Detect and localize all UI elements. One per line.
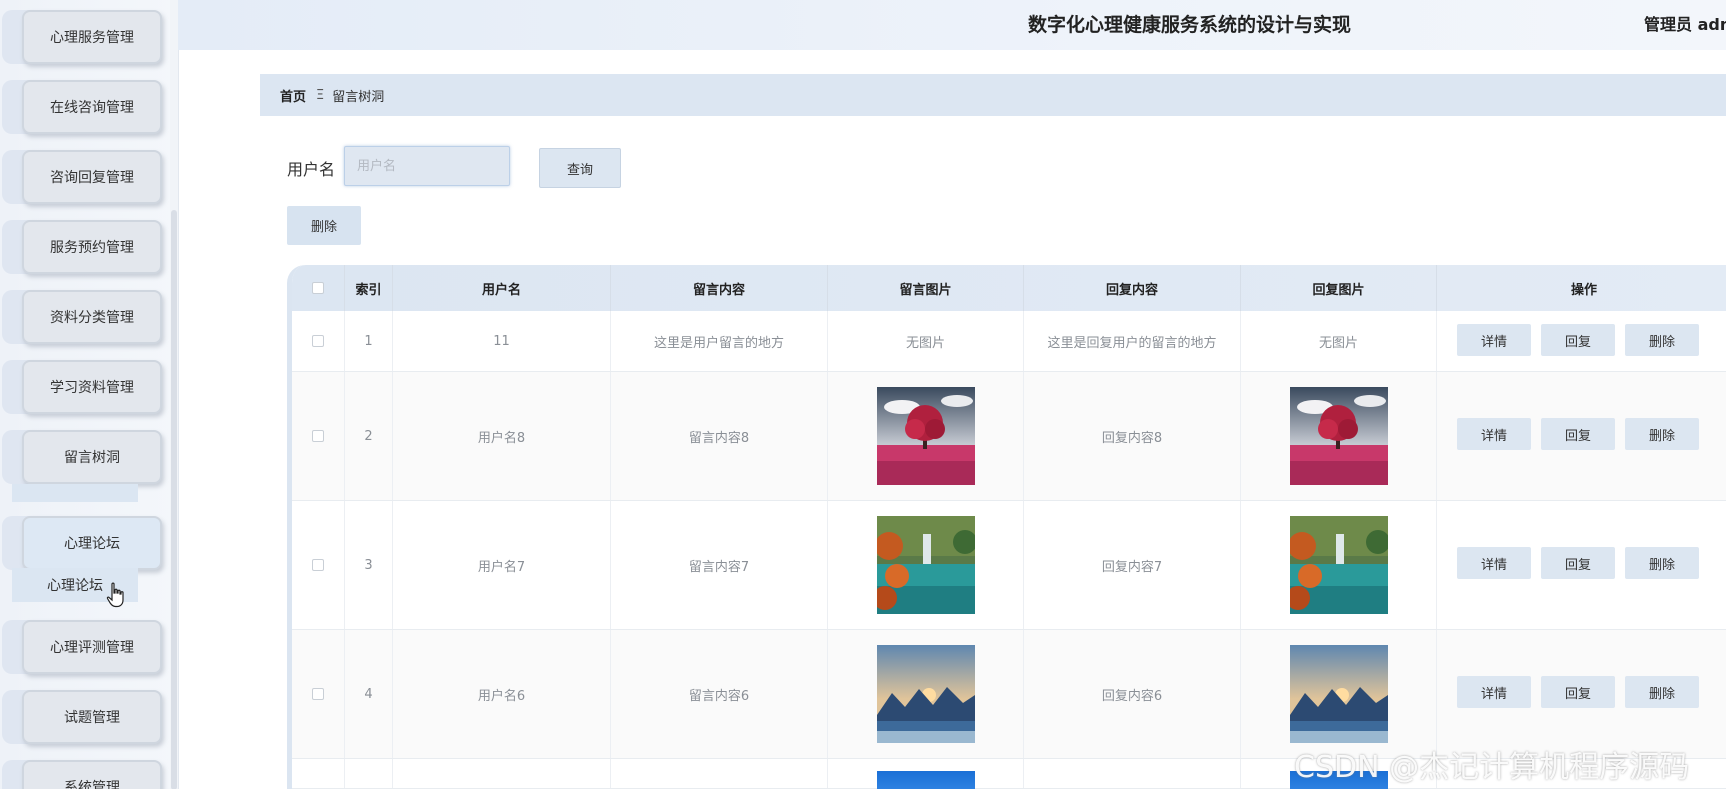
- cell-username: 用户名6: [393, 630, 611, 758]
- username-search-input[interactable]: [344, 146, 510, 186]
- sidebar-item-questions: 试题管理: [0, 690, 170, 744]
- cell-reply: 这里是回复用户的留言的地方: [1024, 311, 1241, 371]
- sidebar-item-message-tree-button[interactable]: 留言树洞: [22, 430, 162, 484]
- sidebar-item-consult-reply: 咨询回复管理: [0, 150, 170, 204]
- breadcrumb-separator-icon: Ξ: [316, 87, 325, 103]
- sidebar-item-forum-button[interactable]: 心理论坛: [22, 516, 162, 570]
- delete-button[interactable]: 删除: [1625, 324, 1699, 356]
- detail-button[interactable]: 详情: [1457, 547, 1531, 579]
- sidebar-item-online-consult-button[interactable]: 在线咨询管理: [22, 80, 162, 134]
- cell-reply: 回复内容8: [1024, 372, 1241, 500]
- watermark: CSDN @杰记计算机程序源码: [1294, 750, 1690, 785]
- sidebar-item-appointment: 服务预约管理: [0, 220, 170, 274]
- sidebar-item-learning: 学习资料管理: [0, 360, 170, 414]
- app-title: 数字化心理健康服务系统的设计与实现: [1028, 14, 1352, 36]
- sidebar-item-online-consult: 在线咨询管理: [0, 80, 170, 134]
- row-checkbox[interactable]: [312, 430, 324, 442]
- breadcrumb-home[interactable]: 首页: [280, 86, 306, 105]
- cell-message: 留言内容8: [611, 372, 828, 500]
- hand-cursor-icon: [106, 582, 124, 608]
- tree-photo-image[interactable]: [1289, 387, 1388, 485]
- select-all-cell: [292, 265, 345, 311]
- delete-button[interactable]: 删除: [1625, 676, 1699, 708]
- reply-button[interactable]: 回复: [1541, 547, 1615, 579]
- detail-button[interactable]: 详情: [1457, 324, 1531, 356]
- photo-image[interactable]: [876, 771, 975, 789]
- breadcrumb: 首页 Ξ 留言树洞: [260, 74, 1726, 116]
- message-table: 索引 用户名 留言内容 留言图片 回复内容 回复图片 操作 1 11 这里是用户…: [287, 265, 1726, 789]
- top-header: 数字化心理健康服务系统的设计与实现: [178, 0, 1726, 50]
- mountain-photo-image[interactable]: [1289, 645, 1388, 743]
- cell-actions: 详情 回复 删除: [1437, 630, 1726, 758]
- cell-reply-image: 无图片: [1241, 311, 1437, 371]
- sidebar-item-appointment-button[interactable]: 服务预约管理: [22, 220, 162, 274]
- row-checkbox[interactable]: [312, 688, 324, 700]
- sidebar-item-assessment: 心理评测管理: [0, 620, 170, 674]
- sidebar-item-system-button[interactable]: 系统管理: [22, 760, 162, 789]
- reply-button[interactable]: 回复: [1541, 418, 1615, 450]
- column-header-reply-image[interactable]: 回复图片: [1241, 265, 1437, 311]
- sidebar-item-message-tree-submenu: [12, 484, 138, 502]
- cell-actions: 详情 回复 删除: [1437, 372, 1726, 500]
- sidebar-item-category-button[interactable]: 资料分类管理: [22, 290, 162, 344]
- batch-delete-button[interactable]: 删除: [287, 206, 361, 245]
- cell-message: 留言内容6: [611, 630, 828, 758]
- sidebar-item-psych-service: 心理服务管理: [0, 10, 170, 64]
- tree-photo-image[interactable]: [876, 387, 975, 485]
- cell-message: 这里是用户留言的地方: [611, 311, 828, 371]
- sidebar-scrollbar-thumb[interactable]: [171, 210, 177, 789]
- lake-photo-image[interactable]: [876, 516, 975, 614]
- sidebar-item-system: 系统管理: [0, 760, 170, 789]
- row-checkbox[interactable]: [312, 559, 324, 571]
- table-row: 2 用户名8 留言内容8 回复内容8 详情 回复 删除: [292, 372, 1726, 501]
- cell-message: 留言内容7: [611, 501, 828, 629]
- column-header-username[interactable]: 用户名: [393, 265, 611, 311]
- sidebar-item-psych-service-button[interactable]: 心理服务管理: [22, 10, 162, 64]
- sidebar-item-category: 资料分类管理: [0, 290, 170, 344]
- sidebar-item-questions-button[interactable]: 试题管理: [22, 690, 162, 744]
- column-header-message-image[interactable]: 留言图片: [828, 265, 1024, 311]
- cell-index: 1: [345, 311, 393, 371]
- table-row: 4 用户名6 留言内容6 回复内容6 详情 回复 删除: [292, 630, 1726, 759]
- user-menu[interactable]: 管理员 adm: [1644, 11, 1726, 35]
- table-row: 3 用户名7 留言内容7 回复内容7 详情 回复 删除: [292, 501, 1726, 630]
- cell-username: 用户名7: [393, 501, 611, 629]
- column-header-message[interactable]: 留言内容: [611, 265, 828, 311]
- table-row: 1 11 这里是用户留言的地方 无图片 这里是回复用户的留言的地方 无图片 详情…: [292, 311, 1726, 372]
- mountain-photo-image[interactable]: [876, 645, 975, 743]
- cell-actions: 详情 回复 删除: [1437, 501, 1726, 629]
- lake-photo-image[interactable]: [1289, 516, 1388, 614]
- sidebar: 心理服务管理 在线咨询管理 咨询回复管理 服务预约管理 资料分类管理 学习资料管…: [0, 0, 179, 789]
- query-button[interactable]: 查询: [539, 148, 621, 188]
- detail-button[interactable]: 详情: [1457, 418, 1531, 450]
- sidebar-item-forum: 心理论坛: [0, 516, 170, 570]
- column-header-index[interactable]: 索引: [345, 265, 393, 311]
- delete-button[interactable]: 删除: [1625, 547, 1699, 579]
- cell-message-image: 无图片: [828, 311, 1024, 371]
- select-all-checkbox[interactable]: [312, 282, 324, 294]
- detail-button[interactable]: 详情: [1457, 676, 1531, 708]
- sidebar-item-learning-button[interactable]: 学习资料管理: [22, 360, 162, 414]
- table-header: 索引 用户名 留言内容 留言图片 回复内容 回复图片 操作: [292, 265, 1726, 311]
- cell-actions: 详情 回复 删除: [1437, 311, 1726, 371]
- reply-button[interactable]: 回复: [1541, 324, 1615, 356]
- cell-index: 3: [345, 501, 393, 629]
- column-header-actions: 操作: [1570, 282, 1597, 298]
- cell-index: 4: [345, 630, 393, 758]
- cell-username: 11: [393, 311, 611, 371]
- column-header-reply[interactable]: 回复内容: [1024, 265, 1241, 311]
- sidebar-item-assessment-button[interactable]: 心理评测管理: [22, 620, 162, 674]
- breadcrumb-current: 留言树洞: [332, 89, 385, 105]
- sidebar-item-message-tree: 留言树洞: [0, 430, 170, 484]
- delete-button[interactable]: 删除: [1625, 418, 1699, 450]
- cell-reply: 回复内容7: [1024, 501, 1241, 629]
- search-label: 用户名: [287, 160, 336, 179]
- cell-reply: 回复内容6: [1024, 630, 1241, 758]
- reply-button[interactable]: 回复: [1541, 676, 1615, 708]
- sidebar-item-consult-reply-button[interactable]: 咨询回复管理: [22, 150, 162, 204]
- cell-username: 用户名8: [393, 372, 611, 500]
- row-checkbox[interactable]: [312, 335, 324, 347]
- cell-index: 2: [345, 372, 393, 500]
